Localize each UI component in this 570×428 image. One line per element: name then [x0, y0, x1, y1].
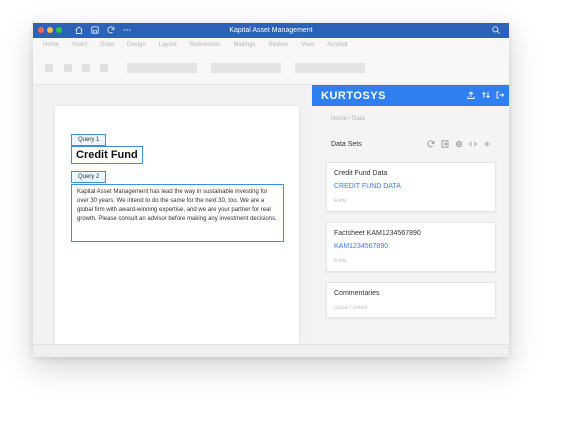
query-2-tag[interactable]: Query 2 — [71, 171, 107, 183]
more-icon[interactable] — [122, 25, 132, 35]
data-set-card[interactable]: Factsheet KAM1234567890 KAM1234567890 En… — [326, 222, 496, 272]
card-title: Factsheet KAM1234567890 — [334, 230, 421, 237]
upload-icon[interactable] — [466, 90, 476, 100]
data-set-card[interactable]: Credit Fund Data CREDIT FUND DATA Entity — [326, 162, 496, 212]
data-set-card[interactable]: Commentaries Global Content — [326, 282, 496, 318]
app-window: Kapital Asset Management Home Insert Dra… — [33, 23, 509, 357]
query-2-paragraph[interactable]: Kapital Asset Management has lead the wa… — [71, 184, 284, 242]
ribbon-toolbar — [33, 52, 509, 85]
font-name-field[interactable] — [127, 63, 197, 73]
query-1-tag[interactable]: Query 1 — [71, 134, 107, 146]
title-bar: Kapital Asset Management — [33, 23, 509, 38]
tab-review[interactable]: Review — [268, 42, 288, 48]
breadcrumb: Home / Data — [331, 116, 365, 122]
card-link[interactable]: KAM1234567890 — [334, 243, 388, 250]
status-bar — [33, 344, 509, 357]
tab-references[interactable]: References — [190, 42, 221, 48]
home-icon[interactable] — [74, 25, 84, 35]
gear-icon[interactable] — [454, 139, 464, 149]
tab-insert[interactable]: Insert — [72, 42, 87, 48]
kurtosys-side-panel: KURTOSYS Home / Data Data Sets Credit Fu… — [312, 85, 509, 344]
card-type: Global Content — [334, 305, 368, 311]
card-link[interactable]: CREDIT FUND DATA — [334, 183, 401, 190]
panel-header: KURTOSYS — [312, 85, 509, 106]
sync-icon[interactable] — [481, 90, 491, 100]
add-icon[interactable] — [482, 139, 492, 149]
copy-icon[interactable] — [64, 64, 72, 72]
import-icon[interactable] — [440, 139, 450, 149]
card-title: Credit Fund Data — [334, 170, 388, 177]
credit-fund-heading[interactable]: Credit Fund — [71, 146, 143, 164]
paste-icon[interactable] — [45, 64, 53, 72]
cut-icon[interactable] — [100, 64, 108, 72]
document-canvas: Query 1 Credit Fund Query 2 Kapital Asse… — [33, 85, 312, 344]
card-type: Entity — [334, 258, 347, 264]
search-icon[interactable] — [491, 25, 501, 35]
tab-acrobat[interactable]: Acrobat — [327, 42, 348, 48]
tab-home[interactable]: Home — [43, 42, 59, 48]
window-controls — [38, 27, 62, 33]
minimize-window-button[interactable] — [47, 27, 53, 33]
tab-layout[interactable]: Layout — [159, 42, 177, 48]
tab-mailings[interactable]: Mailings — [233, 42, 255, 48]
refresh-icon[interactable] — [426, 139, 436, 149]
tab-view[interactable]: View — [301, 42, 314, 48]
tab-draw[interactable]: Draw — [100, 42, 114, 48]
card-type: Entity — [334, 198, 347, 204]
tab-design[interactable]: Design — [127, 42, 146, 48]
logout-icon[interactable] — [495, 90, 505, 100]
card-title: Commentaries — [334, 290, 380, 297]
refresh-icon[interactable] — [106, 25, 116, 35]
save-icon[interactable] — [90, 25, 100, 35]
kurtosys-logo: KURTOSYS — [321, 90, 386, 102]
code-icon[interactable] — [468, 139, 478, 149]
document-page[interactable]: Query 1 Credit Fund Query 2 Kapital Asse… — [55, 106, 299, 344]
font-size-field[interactable] — [211, 63, 281, 73]
maximize-window-button[interactable] — [56, 27, 62, 33]
data-sets-title: Data Sets — [331, 141, 362, 148]
close-window-button[interactable] — [38, 27, 44, 33]
style-field[interactable] — [295, 63, 365, 73]
format-painter-icon[interactable] — [82, 64, 90, 72]
ribbon-tabs: Home Insert Draw Design Layout Reference… — [33, 38, 509, 52]
